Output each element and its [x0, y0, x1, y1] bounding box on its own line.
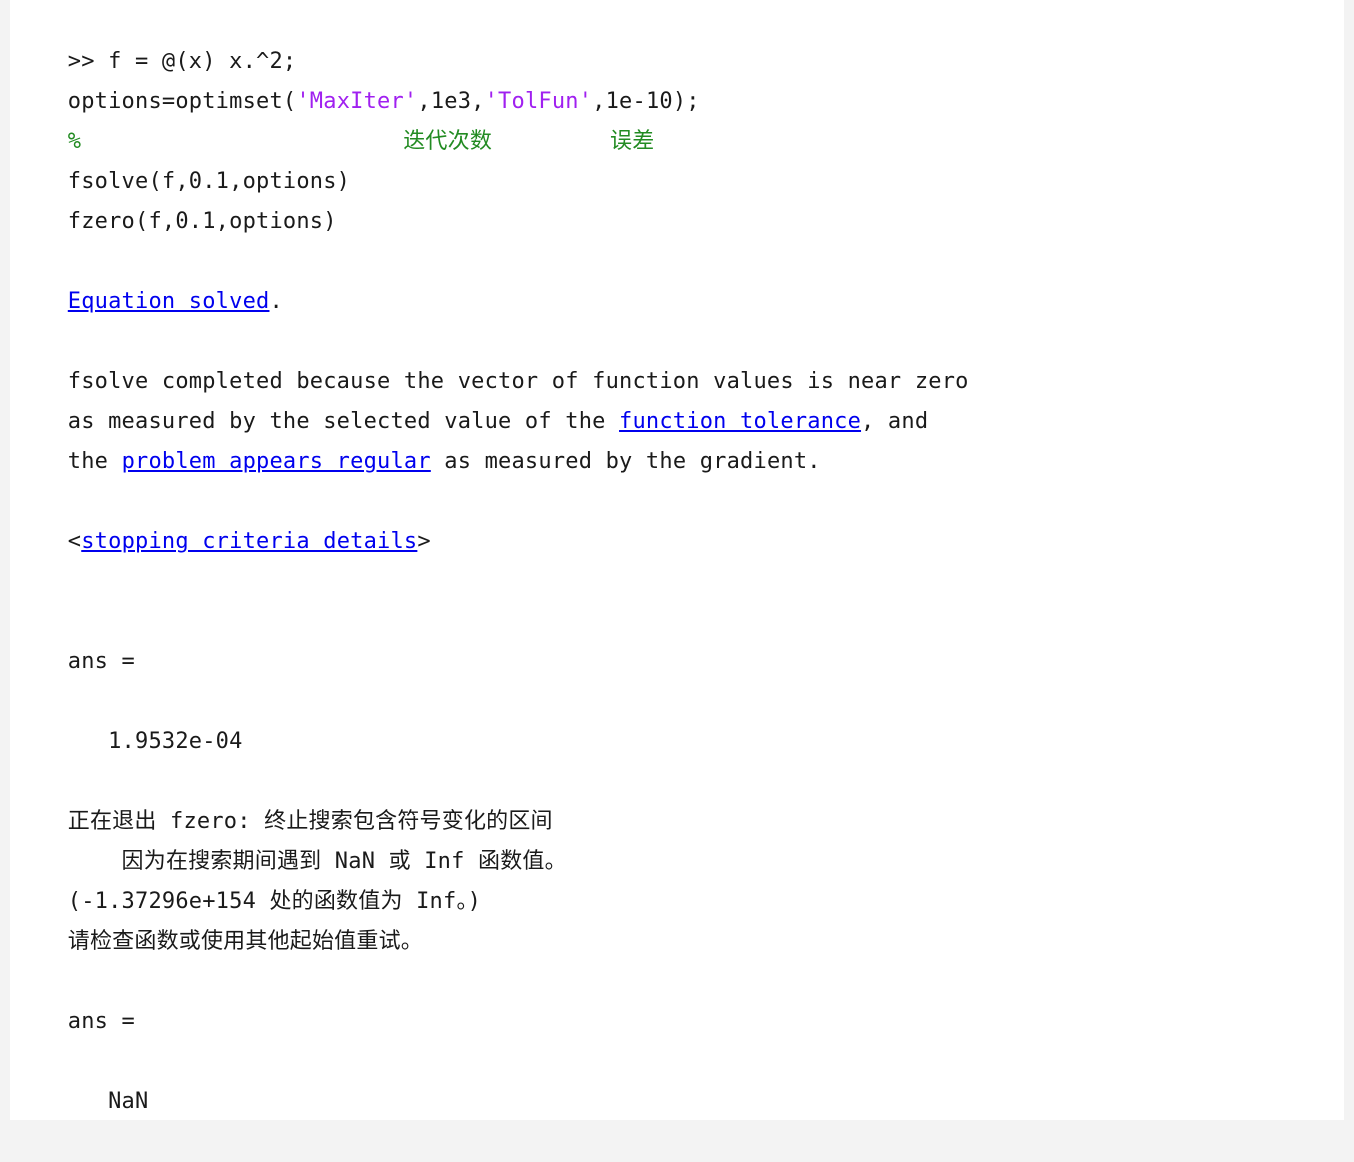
output-value: 1.9532e-04 — [67, 729, 243, 754]
stopping-criteria-details-link[interactable]: stopping criteria details — [81, 529, 417, 554]
output-line-2: as measured by the selected value of the… — [14, 362, 928, 434]
equation-solved-line: Equation solved. — [14, 242, 283, 314]
ans-label-1: ans = — [14, 602, 135, 674]
fzero-message-1: 正在退出 fzero: 终止搜索包含符号变化的区间 — [14, 762, 553, 834]
output-text: , and — [861, 409, 929, 434]
command-text: fzero(f,0.1,options) — [67, 209, 337, 234]
stopping-criteria-line: <stopping criteria details> — [14, 482, 431, 554]
output-text: ans = — [67, 649, 136, 674]
ans-value-2: NaN — [14, 1042, 148, 1114]
output-text: the — [67, 449, 122, 474]
command-line-1: >> f = @(x) x.^2; — [14, 2, 296, 74]
equation-solved-link[interactable]: Equation solved — [68, 289, 270, 314]
output-text: . — [269, 289, 283, 314]
output-value: NaN — [67, 1089, 149, 1114]
output-text: < — [67, 529, 82, 554]
comment-line: % 迭代次数 误差 — [14, 82, 654, 154]
fzero-message-3: (-1.37296e+154 处的函数值为 Inf。) — [14, 842, 481, 914]
output-line-3: the problem appears regular as measured … — [14, 402, 821, 474]
comment-error: 误差 — [610, 129, 655, 154]
ans-label-2: ans = — [14, 962, 135, 1034]
command-line-2: options=optimset('MaxIter',1e3,'TolFun',… — [14, 42, 700, 114]
command-line-fsolve: fsolve(f,0.1,options) — [14, 122, 350, 194]
command-line-fzero: fzero(f,0.1,options) — [14, 162, 337, 234]
comment-iterations: 迭代次数 — [403, 129, 493, 154]
command-window[interactable]: >> f = @(x) x.^2; options=optimset('MaxI… — [10, 0, 1344, 1120]
output-text: ans = — [67, 1009, 136, 1034]
problem-appears-regular-link[interactable]: problem appears regular — [122, 449, 431, 474]
ans-value-1: 1.9532e-04 — [14, 682, 243, 754]
fzero-message-2: 因为在搜索期间遇到 NaN 或 Inf 函数值。 — [14, 802, 567, 874]
output-text: 请检查函数或使用其他起始值重试。 — [67, 929, 423, 954]
output-text: > — [417, 529, 431, 554]
output-text: as measured by the gradient. — [430, 449, 821, 474]
output-line-1: fsolve completed because the vector of f… — [14, 322, 969, 394]
fzero-message-4: 请检查函数或使用其他起始值重试。 — [14, 882, 423, 954]
